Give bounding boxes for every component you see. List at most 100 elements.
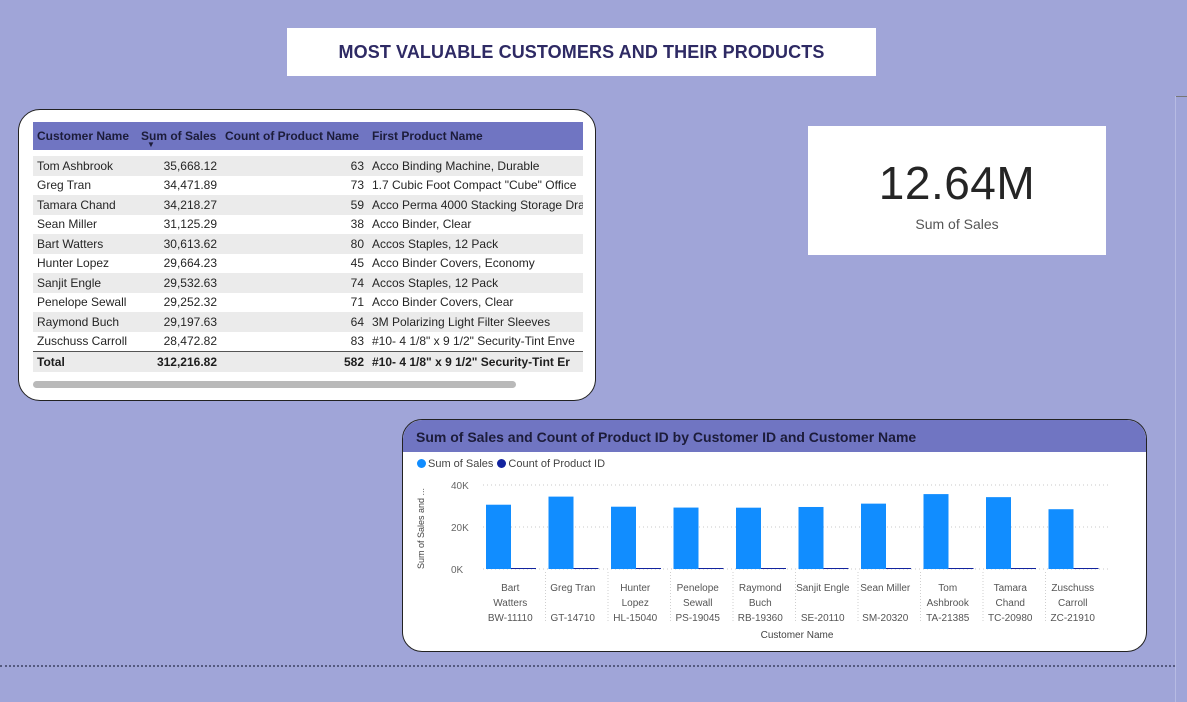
cell-sum-of-sales: 29,664.23 xyxy=(163,256,217,271)
y-tick-label: 20K xyxy=(451,523,469,534)
total-cell-count-of-product-name: 582 xyxy=(221,351,368,372)
table-row[interactable]: Raymond Buch 29,197.63 64 3M Polarizing Lig… xyxy=(33,312,583,332)
cell-sum-of-sales: 35,668.12 xyxy=(137,156,221,176)
cell-sum-of-sales: 29,252.32 xyxy=(163,295,217,310)
x-tick-label: Sewall xyxy=(683,598,712,609)
cell-sum-of-sales: 31,125.29 xyxy=(163,217,217,232)
col-header-sum-of-sales[interactable]: Sum of Sales ▼ xyxy=(137,122,221,150)
bar-count-of-product-id xyxy=(1011,568,1036,569)
customers-table: Customer Name Sum of Sales ▼ Count of Pr… xyxy=(33,122,583,372)
table-scroll-area[interactable]: Customer Name Sum of Sales ▼ Count of Pr… xyxy=(33,122,583,372)
x-tick-label: Hunter xyxy=(620,583,651,594)
bar-sum-of-sales xyxy=(798,506,824,569)
x-tick-label: Lopez xyxy=(622,598,649,609)
bar-count-of-product-id xyxy=(823,568,849,569)
cell-first-product-name: Acco Binder, Clear xyxy=(372,217,472,232)
table-row[interactable]: Zuschuss Carroll 28,472.82 83 #10- 4 1/8" x… xyxy=(33,332,583,352)
cell-customer-name: Hunter Lopez xyxy=(37,256,110,271)
x-tick-label: Ashbrook xyxy=(927,598,970,609)
x-tick-label: Tamara xyxy=(994,583,1028,594)
x-tick-label: Penelope xyxy=(677,583,720,594)
cell-customer-name: Raymond Buch xyxy=(33,312,137,332)
cell-customer-name: Zuschuss Carroll xyxy=(37,334,128,349)
table-header-row: Customer Name Sum of Sales ▼ Count of Pr… xyxy=(33,122,583,150)
edge-tick xyxy=(1176,96,1187,97)
x-tick-label: Tom xyxy=(938,583,957,594)
x-tick-label: Carroll xyxy=(1058,598,1087,609)
col-header-count-of-product-name[interactable]: Count of Product Name xyxy=(221,122,368,150)
x-tick-label: Bart xyxy=(501,583,520,594)
cell-first-product-name: Acco Binding Machine, Durable xyxy=(368,156,583,176)
kpi-value: 12.64M xyxy=(878,157,1036,209)
table-row[interactable]: Sean Miller 31,125.29 38 Acco Binder, Clear xyxy=(33,215,583,235)
x-tick-label: PS-19045 xyxy=(676,613,721,624)
x-tick-label: TA-21385 xyxy=(926,613,970,624)
x-tick-label: TC-20980 xyxy=(988,613,1033,624)
x-tick-label: Sanjit Engle xyxy=(796,583,850,594)
page-right-edge xyxy=(1175,96,1176,702)
cell-customer-name: Sanjit Engle xyxy=(33,273,137,293)
chart-plot: 0K 20K 40K Sum of Sales and ... Bart Watters B… xyxy=(416,481,1108,641)
cell-count-of-product-name: 83 xyxy=(350,334,364,349)
table-row[interactable]: Tamara Chand 34,218.27 59 Acco Perma 4000 S… xyxy=(33,195,583,215)
bar-sum-of-sales xyxy=(986,497,1011,569)
kpi-label: Sum of Sales xyxy=(915,216,999,232)
cell-first-product-name: Acco Perma 4000 Stacking Storage Dra xyxy=(368,195,583,215)
report-title: MOST VALUABLE CUSTOMERS AND THEIR PRODUC… xyxy=(338,41,825,62)
x-tick-label: SE-20110 xyxy=(801,613,845,624)
table-row[interactable]: Penelope Sewall 29,252.32 71 Acco Binder Co… xyxy=(33,293,583,313)
x-tick-label: Watters xyxy=(493,598,527,609)
bar-sum-of-sales xyxy=(611,506,636,569)
cell-customer-name: Tom Ashbrook xyxy=(33,156,137,176)
cell-sum-of-sales: 34,218.27 xyxy=(137,195,221,215)
cell-first-product-name: 1.7 Cubic Foot Compact "Cube" Office xyxy=(372,178,577,193)
sort-descending-icon[interactable]: ▼ xyxy=(147,140,155,149)
cell-count-of-product-name: 74 xyxy=(221,273,368,293)
x-tick-label: ZC-21910 xyxy=(1051,613,1096,624)
col-header-customer-name[interactable]: Customer Name xyxy=(33,122,137,150)
cell-count-of-product-name: 64 xyxy=(221,312,368,332)
table-total-row: Total 312,216.82 582 #10- 4 1/8" x 9 1/2" S… xyxy=(33,351,583,372)
cell-sum-of-sales: 34,471.89 xyxy=(163,178,217,193)
x-tick-label: BW-11110 xyxy=(488,613,533,624)
cell-sum-of-sales: 29,532.63 xyxy=(137,273,221,293)
x-tick-label: HL-15040 xyxy=(613,613,657,624)
bar-count-of-product-id xyxy=(698,568,724,569)
cell-customer-name: Sean Miller xyxy=(37,217,98,232)
cell-customer-name: Tamara Chand xyxy=(33,195,137,215)
bar-count-of-product-id xyxy=(573,568,599,569)
cell-first-product-name: 3M Polarizing Light Filter Sleeves xyxy=(368,312,583,332)
sum-of-sales-card[interactable]: 12.64M Sum of Sales xyxy=(808,126,1106,255)
x-tick-label: Sean Miller xyxy=(860,583,911,594)
cell-count-of-product-name: 63 xyxy=(221,156,368,176)
x-axis-label: Customer Name xyxy=(761,630,834,641)
table-row[interactable]: Bart Watters 30,613.62 80 Accos Staples, 12… xyxy=(33,234,583,254)
cell-first-product-name: Accos Staples, 12 Pack xyxy=(368,273,583,293)
bar-count-of-product-id xyxy=(761,568,786,569)
y-axis-label: Sum of Sales and ... xyxy=(416,488,426,569)
report-title-box: MOST VALUABLE CUSTOMERS AND THEIR PRODUC… xyxy=(287,28,876,76)
x-tick-label: Zuschuss xyxy=(1051,583,1094,594)
table-row[interactable]: Sanjit Engle 29,532.63 74 Accos Staples, 12… xyxy=(33,273,583,293)
cell-first-product-name: #10- 4 1/8" x 9 1/2" Security-Tint Enve xyxy=(372,334,575,349)
x-tick-label: Buch xyxy=(749,598,772,609)
y-tick-label: 40K xyxy=(451,481,469,492)
cell-sum-of-sales: 28,472.82 xyxy=(163,334,217,349)
table-row[interactable]: Hunter Lopez 29,664.23 45 Acco Binder Cover… xyxy=(33,254,583,274)
table-row[interactable]: Tom Ashbrook 35,668.12 63 Acco Binding Mach… xyxy=(33,156,583,176)
customers-table-visual[interactable]: Customer Name Sum of Sales ▼ Count of Pr… xyxy=(18,109,596,401)
cell-count-of-product-name: 45 xyxy=(350,256,364,271)
sales-by-customer-chart[interactable]: Sum of Sales and Count of Product ID by … xyxy=(402,419,1147,652)
cell-count-of-product-name: 71 xyxy=(350,295,364,310)
bar-count-of-product-id xyxy=(511,568,536,569)
table-row[interactable]: Greg Tran 34,471.89 73 1.7 Cubic Foot Compa… xyxy=(33,176,583,196)
cell-count-of-product-name: 38 xyxy=(350,217,364,232)
col-header-first-product-name[interactable]: First Product Name xyxy=(368,122,583,150)
cell-customer-name: Penelope Sewall xyxy=(37,295,127,310)
horizontal-scrollbar[interactable] xyxy=(33,381,516,388)
cell-customer-name: Bart Watters xyxy=(33,234,137,254)
bar-sum-of-sales xyxy=(548,496,574,569)
page-divider xyxy=(0,665,1175,667)
x-tick-label: Chand xyxy=(996,598,1025,609)
bar-count-of-product-id xyxy=(1073,568,1099,569)
